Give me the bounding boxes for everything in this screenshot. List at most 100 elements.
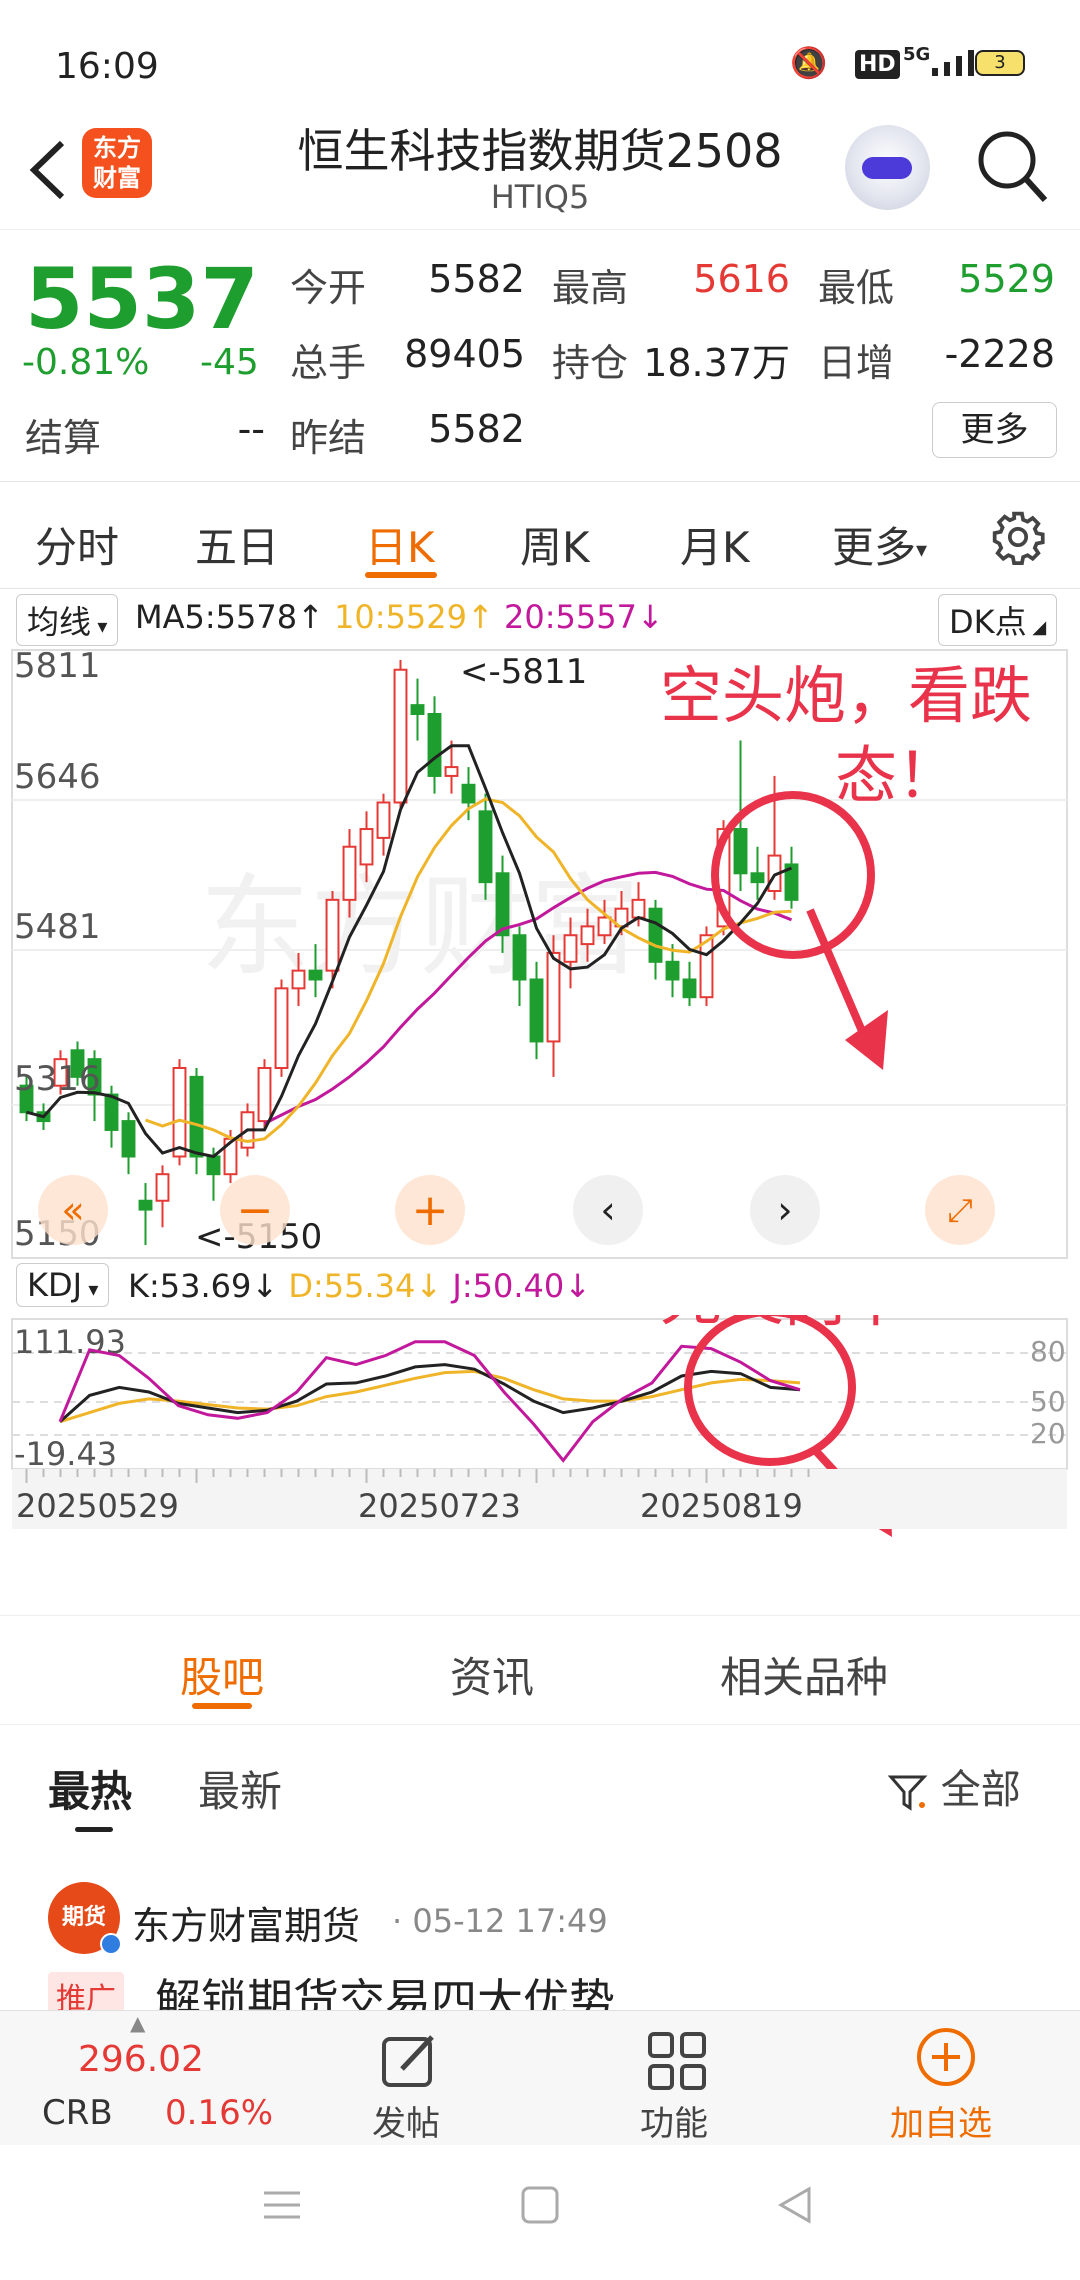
scroll-left-icon[interactable]: ‹ xyxy=(573,1175,643,1245)
crb-label: CRB xyxy=(42,2093,113,2133)
candle-body xyxy=(580,925,595,946)
crb-change: 0.16% xyxy=(165,2093,274,2133)
tab-news[interactable]: 资讯 xyxy=(450,1644,534,1705)
mute-icon: 🔕 xyxy=(790,46,828,81)
quote-label-daily-change: 日增 xyxy=(818,341,895,385)
tab-forum[interactable]: 股吧 xyxy=(180,1644,264,1705)
change-value: -45 xyxy=(200,342,259,383)
candle-body xyxy=(376,801,391,839)
kdj-level-80: 80 xyxy=(1030,1335,1066,1368)
high-marker: <-5811 xyxy=(460,652,587,692)
quote-label-volume: 总手 xyxy=(290,341,367,385)
candle-body xyxy=(512,934,527,981)
menu-icon[interactable] xyxy=(262,2185,302,2225)
active-subtab-indicator xyxy=(192,1703,252,1709)
candle-body xyxy=(325,898,340,972)
tab-more-label: 更多 xyxy=(832,523,917,572)
zoom-out-icon[interactable]: − xyxy=(220,1175,290,1245)
dropdown-arrow-icon: ▾ xyxy=(91,614,108,638)
kdj-level-20: 20 xyxy=(1030,1417,1066,1450)
corner-arrow-icon: ◢ xyxy=(1026,617,1047,638)
filter-icon xyxy=(887,1775,928,1811)
candle-body xyxy=(393,668,408,804)
sort-new[interactable]: 最新 xyxy=(198,1758,282,1819)
function-icon[interactable] xyxy=(645,2029,709,2093)
candle-body xyxy=(257,1066,272,1123)
annotation-bearish-2: 态！ xyxy=(835,739,959,812)
kdj-select[interactable]: KDJ ▾ xyxy=(16,1263,110,1307)
ma10-label: 10:5529↑ xyxy=(334,598,494,636)
tab-more[interactable]: 更多▾ xyxy=(832,514,927,575)
settings-gear-icon[interactable] xyxy=(990,509,1046,565)
indicator-select[interactable]: 均线 ▾ xyxy=(16,594,119,646)
more-button[interactable]: 更多 xyxy=(932,402,1057,458)
annotation-arrow xyxy=(806,908,872,1047)
y-label-2: 5646 xyxy=(14,757,101,797)
function-button[interactable]: 功能 xyxy=(640,2096,708,2145)
contract-code: HTIQ5 xyxy=(490,178,590,216)
sort-hot[interactable]: 最热 xyxy=(48,1758,132,1819)
quote-panel: 5537 -0.81% -45 结算 -- 今开 5582 最高 5616 最低… xyxy=(0,232,1080,482)
chart-area[interactable]: 均线 ▾ MA5:5578↑ 10:5529↑ 20:5557↓ DK点 ◢ 东… xyxy=(0,590,1080,1615)
candle-body xyxy=(410,704,425,715)
tab-monthly-k[interactable]: 月K xyxy=(680,514,750,575)
dk-point-label: DK点 xyxy=(949,603,1027,641)
change-percent: -0.81% xyxy=(22,342,150,383)
quote-label-open: 今开 xyxy=(290,266,367,310)
candle-body xyxy=(308,969,323,981)
candle-body xyxy=(733,828,748,875)
candle-body xyxy=(546,951,561,1043)
quote-label-prev-settle: 昨结 xyxy=(290,416,367,460)
kdj-y-top: 111.93 xyxy=(14,1323,126,1361)
robot-avatar-icon[interactable] xyxy=(845,125,930,210)
candle-body xyxy=(478,810,493,884)
scroll-right-icon[interactable]: › xyxy=(750,1175,820,1245)
post-button[interactable]: 发帖 xyxy=(372,2096,440,2145)
bottom-toolbar: ▲ 296.02 CRB 0.16% 发帖 功能 加自选 xyxy=(0,2010,1080,2145)
candle-body xyxy=(648,907,663,963)
quote-label-oi: 持仓 xyxy=(552,341,629,385)
candle-body xyxy=(274,987,289,1069)
avatar-text: 期货 xyxy=(61,1905,106,1930)
battery-icon: 3 xyxy=(975,50,1025,76)
edit-post-icon[interactable] xyxy=(378,2029,442,2093)
quote-label-high: 最高 xyxy=(552,266,629,310)
candle-body xyxy=(529,978,544,1043)
add-watchlist-button[interactable]: 加自选 xyxy=(890,2096,992,2145)
tab-related[interactable]: 相关品种 xyxy=(720,1644,888,1705)
candle-body xyxy=(155,1173,170,1202)
scroll-left-fast-icon[interactable]: « xyxy=(38,1175,108,1245)
sort-indicator xyxy=(75,1827,113,1832)
annotation-bearish: 空头炮，看跌 xyxy=(660,659,1032,732)
filter-label: 全部 xyxy=(940,1767,1021,1813)
tab-daily-k[interactable]: 日K xyxy=(365,514,435,575)
kdj-d-label: D:55.34↓ xyxy=(288,1267,443,1305)
kdj-y-bottom: -19.43 xyxy=(14,1435,117,1473)
back-nav-icon[interactable] xyxy=(775,2185,815,2225)
dk-point-button[interactable]: DK点 ◢ xyxy=(938,594,1058,646)
network-label: 5G xyxy=(903,44,931,65)
fullscreen-icon[interactable]: ⤢ xyxy=(925,1175,995,1245)
zoom-in-icon[interactable]: + xyxy=(395,1175,465,1245)
post-author[interactable]: 东方财富期货 xyxy=(132,1895,360,1950)
kdj-legend: K:53.69↓ D:55.34↓ J:50.40↓ xyxy=(128,1267,591,1305)
annotation-death-cross: 死叉向下 xyxy=(660,1315,908,1335)
back-icon[interactable] xyxy=(22,135,72,205)
kdj-chart: 111.93 -19.43 80 50 20 死叉向下 20250529 202… xyxy=(11,1315,1068,1537)
candle-body xyxy=(189,1075,204,1158)
candle-body xyxy=(682,978,697,999)
candlestick-chart: 东方财富 5811 5646 5481 5316 5150 <-5811 <-5… xyxy=(11,646,1068,1259)
y-label-1: 5811 xyxy=(14,646,101,686)
search-icon[interactable] xyxy=(975,128,1050,208)
home-icon[interactable] xyxy=(520,2185,560,2225)
crb-value[interactable]: 296.02 xyxy=(78,2039,204,2080)
verified-icon xyxy=(100,1933,122,1955)
filter-button[interactable]: 全部 xyxy=(887,1757,1021,1815)
add-watchlist-icon[interactable] xyxy=(914,2025,978,2089)
candle-body xyxy=(563,934,578,963)
tab-five-day[interactable]: 五日 xyxy=(195,514,279,575)
ma-legend: MA5:5578↑ 10:5529↑ 20:5557↓ xyxy=(135,598,664,636)
candle-body xyxy=(138,1199,153,1211)
tab-weekly-k[interactable]: 周K xyxy=(520,514,590,575)
tab-intraday[interactable]: 分时 xyxy=(35,514,119,575)
